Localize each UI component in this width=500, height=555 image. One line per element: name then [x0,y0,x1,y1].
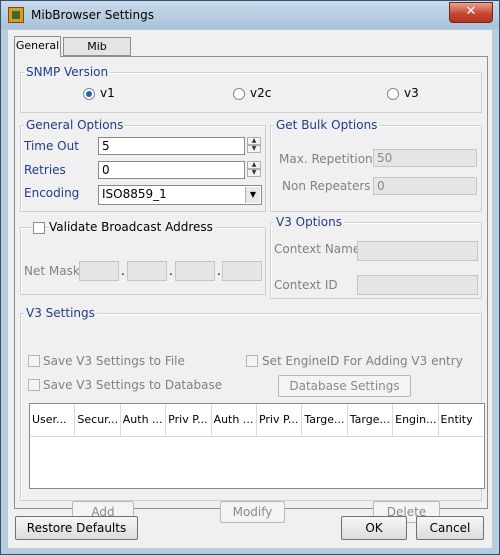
v2c-radio[interactable] [233,88,245,100]
net-mask-octet-2[interactable] [127,261,167,281]
save-v3-file-checkbox[interactable] [28,355,40,367]
spin-up-icon[interactable]: ▲ [247,137,261,145]
set-engine-id-label: Set EngineID For Adding V3 entry [262,354,463,368]
modify-button[interactable]: Modify [220,501,285,523]
context-name-label: Context Name [274,242,361,256]
tab-mib-settings[interactable]: Mib Settings [63,37,131,71]
database-settings-button[interactable]: Database Settings [278,375,411,397]
net-mask-label: Net Mask [24,264,80,278]
column-header[interactable]: Entity [439,404,484,436]
context-id-input[interactable] [357,275,478,295]
retries-spinner[interactable]: ▲ ▼ [247,161,261,179]
column-header[interactable]: Targe... [302,404,348,436]
table-header: User... Secur... Auth ... Priv P... Auth… [30,404,484,437]
net-mask-octet-1[interactable] [79,261,119,281]
spin-down-icon[interactable]: ▼ [247,169,261,177]
net-mask-dot: . [169,264,173,278]
encoding-value: ISO8859_1 [102,187,167,201]
settings-window: MibBrowser Settings ✕ General Mib Settin… [0,0,500,555]
restore-defaults-button[interactable]: Restore Defaults [15,516,138,540]
v3-label: v3 [404,86,419,100]
get-bulk-options-group: Get Bulk Options Max. Repetitions 50 Non… [270,118,482,212]
retries-label: Retries [24,163,66,177]
snmp-version-group: SNMP Version v1 v2c v3 [20,65,482,113]
general-options-group: General Options Time Out 5 ▲ ▼ Retries 0 … [20,118,266,212]
column-header[interactable]: User... [30,404,76,436]
general-tab-panel: SNMP Version v1 v2c v3 General Options T… [14,56,488,523]
timeout-label: Time Out [24,139,79,153]
non-repeaters-input[interactable]: 0 [373,177,477,195]
close-button[interactable]: ✕ [449,2,493,23]
column-header[interactable]: Auth ... [212,404,257,436]
max-repetitions-label: Max. Repetitions [279,152,379,166]
ok-button[interactable]: OK [341,516,407,540]
context-id-label: Context ID [274,278,338,292]
chevron-down-icon[interactable]: ▼ [245,187,260,203]
column-header[interactable]: Priv P... [166,404,212,436]
v3-options-legend: V3 Options [274,215,344,229]
v1-label: v1 [100,86,115,100]
window-title: MibBrowser Settings [31,8,154,22]
column-header[interactable]: Engin... [393,404,439,436]
spin-down-icon[interactable]: ▼ [247,145,261,153]
snmp-version-legend: SNMP Version [24,65,111,79]
set-engine-id-checkbox[interactable] [246,355,258,367]
column-header[interactable]: Targe... [348,404,394,436]
column-header[interactable]: Auth ... [121,404,167,436]
v3-options-group: V3 Options Context Name Context ID [270,215,482,299]
broadcast-group: Validate Broadcast Address Net Mask . . … [20,220,266,295]
retries-input[interactable]: 0 [98,161,245,179]
column-header[interactable]: Priv P... [257,404,303,436]
v3-users-table[interactable]: User... Secur... Auth ... Priv P... Auth… [29,403,485,489]
title-bar[interactable]: MibBrowser Settings ✕ [1,1,499,29]
general-options-legend: General Options [24,118,126,132]
timeout-spinner[interactable]: ▲ ▼ [247,137,261,155]
validate-broadcast-label: Validate Broadcast Address [49,220,216,234]
net-mask-dot: . [121,264,125,278]
cancel-button[interactable]: Cancel [416,516,484,540]
app-icon [8,7,24,23]
column-header[interactable]: Secur... [75,404,121,436]
tab-general[interactable]: General [14,36,61,57]
max-repetitions-input[interactable]: 50 [373,149,477,167]
net-mask-octet-3[interactable] [175,261,215,281]
context-name-input[interactable] [357,241,478,261]
validate-broadcast-checkbox[interactable] [33,222,45,234]
get-bulk-legend: Get Bulk Options [274,118,380,132]
timeout-input[interactable]: 5 [98,137,245,155]
spin-up-icon[interactable]: ▲ [247,161,261,169]
net-mask-octet-4[interactable] [222,261,262,281]
save-v3-db-checkbox[interactable] [28,379,40,391]
v3-radio[interactable] [387,88,399,100]
v3-settings-legend: V3 Settings [24,306,97,320]
save-v3-db-label: Save V3 Settings to Database [43,378,223,392]
save-v3-file-label: Save V3 Settings to File [43,354,185,368]
encoding-label: Encoding [24,186,80,200]
dialog-client: General Mib Settings SNMP Version v1 v2c… [8,30,492,548]
net-mask-dot: . [217,264,221,278]
v2c-label: v2c [250,86,272,100]
encoding-combo[interactable]: ISO8859_1 ▼ [98,185,262,205]
non-repeaters-label: Non Repeaters [282,179,371,193]
v1-radio[interactable] [83,88,95,100]
